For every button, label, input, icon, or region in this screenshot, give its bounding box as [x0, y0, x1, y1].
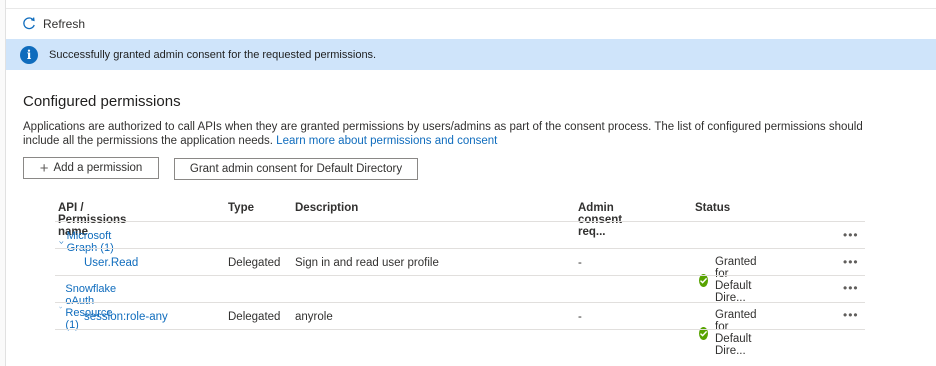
- more-options-icon[interactable]: •••: [843, 281, 859, 295]
- success-banner: i Successfully granted admin consent for…: [6, 39, 936, 70]
- admin-consent-value: -: [578, 257, 582, 269]
- top-divider: [6, 8, 936, 9]
- chevron-down-icon: [59, 240, 64, 244]
- permission-description: anyrole: [295, 311, 333, 323]
- section-title: Configured permissions: [23, 93, 181, 110]
- group-name: Snowflake oAuth Resource (1): [65, 283, 117, 331]
- permission-description: Sign in and read user profile: [295, 257, 439, 269]
- column-header-status[interactable]: Status: [695, 202, 730, 214]
- group-row-microsoft-graph[interactable]: Microsoft Graph (1): [59, 230, 116, 254]
- status-text: Granted for Default Dire...: [715, 256, 757, 304]
- column-header-description[interactable]: Description: [295, 202, 358, 214]
- status-text: Granted for Default Dire...: [715, 309, 757, 357]
- row-divider: [55, 275, 865, 276]
- chevron-down-icon: [59, 306, 63, 309]
- add-permission-label: Add a permission: [53, 162, 143, 174]
- learn-more-link[interactable]: Learn more about permissions and consent: [276, 135, 497, 147]
- status-badge: Granted for Default Dire...: [699, 309, 761, 357]
- permission-name-link[interactable]: session:role-any: [84, 311, 168, 323]
- section-description: Applications are authorized to call APIs…: [23, 120, 883, 148]
- permission-type: Delegated: [228, 311, 281, 323]
- row-divider: [55, 302, 865, 303]
- group-row-snowflake-oauth[interactable]: Snowflake oAuth Resource (1): [59, 283, 122, 331]
- group-name: Microsoft Graph (1): [66, 230, 114, 254]
- more-options-icon[interactable]: •••: [843, 228, 859, 242]
- refresh-label: Refresh: [43, 17, 86, 31]
- status-badge: Granted for Default Dire...: [699, 256, 761, 304]
- add-permission-button[interactable]: + Add a permission: [23, 157, 159, 179]
- grant-admin-consent-button[interactable]: Grant admin consent for Default Director…: [174, 158, 418, 180]
- column-header-type[interactable]: Type: [228, 202, 254, 214]
- row-divider: [55, 329, 865, 330]
- column-header-admin-consent[interactable]: Admin consent req...: [578, 202, 622, 238]
- grant-consent-label: Grant admin consent for Default Director…: [189, 163, 403, 175]
- permission-type: Delegated: [228, 257, 281, 269]
- refresh-button[interactable]: Refresh: [22, 15, 85, 33]
- refresh-icon: [22, 17, 36, 31]
- admin-consent-value: -: [578, 311, 582, 323]
- info-icon: i: [20, 45, 38, 64]
- header-divider: [55, 221, 865, 222]
- more-options-icon[interactable]: •••: [843, 255, 859, 269]
- row-divider: [55, 248, 865, 249]
- plus-icon: +: [39, 159, 49, 177]
- banner-message: Successfully granted admin consent for t…: [49, 48, 377, 61]
- permission-name-link[interactable]: User.Read: [84, 257, 138, 269]
- more-options-icon[interactable]: •••: [843, 308, 859, 322]
